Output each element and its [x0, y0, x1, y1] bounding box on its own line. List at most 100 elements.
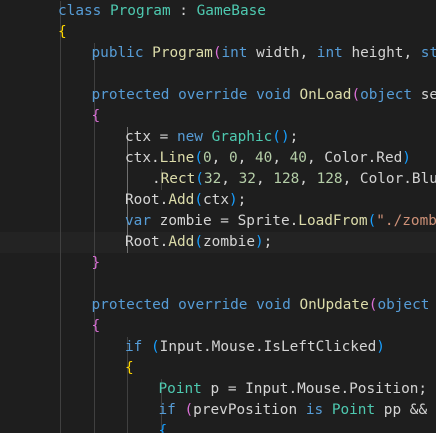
code-token: Program: [109, 3, 171, 19]
indent-guide: [60, 190, 61, 211]
code-line[interactable]: {: [0, 22, 436, 43]
code-line[interactable]: [0, 274, 436, 295]
code-token: Point: [331, 402, 376, 418]
code-line[interactable]: ctx = new Graphic();: [0, 127, 436, 148]
indent-guide: [93, 211, 95, 232]
code-token: GameBase: [196, 3, 266, 19]
indent-guide: [60, 43, 61, 64]
indent-guide: [60, 148, 61, 169]
code-text: {: [92, 316, 101, 337]
code-token: p = Input.Mouse.Position;: [201, 381, 428, 397]
code-line[interactable]: ctx.Line(0, 0, 40, 40, Color.Red): [0, 148, 436, 169]
indent-guide: [93, 190, 95, 211]
code-token: height,: [342, 45, 421, 61]
code-token: if: [125, 339, 151, 355]
code-token: ,: [299, 171, 317, 187]
code-token: ): [376, 339, 385, 355]
indent-guide: [60, 106, 61, 127]
code-token: sen: [420, 87, 436, 103]
code-token: }: [91, 255, 101, 271]
code-token: new: [176, 129, 212, 145]
code-token: (: [195, 171, 204, 187]
indent-guide: [93, 64, 95, 85]
code-line[interactable]: {: [0, 421, 436, 433]
code-token: pp && p: [383, 402, 436, 418]
code-line[interactable]: [0, 64, 436, 85]
indent-guide: [127, 421, 128, 433]
code-token: prevPosition: [193, 402, 306, 418]
code-token: Red: [376, 150, 403, 166]
code-text: {: [58, 22, 67, 43]
code-token: protected: [91, 87, 179, 103]
code-token: Line: [159, 150, 195, 166]
code-token: ctx: [203, 192, 229, 208]
code-line[interactable]: var zombie = Sprite.LoadFrom("./zombi: [0, 211, 436, 232]
code-token: public: [91, 45, 153, 61]
code-token: protected: [91, 297, 179, 313]
code-text: }: [92, 253, 101, 274]
code-token: ): [229, 192, 238, 208]
code-text: {: [159, 421, 168, 433]
code-token: 32: [238, 171, 256, 187]
code-token: 0: [228, 150, 238, 166]
code-text: if (prevPosition is Point pp && p: [159, 400, 436, 421]
indent-guide: [127, 169, 128, 190]
indent-guide: [60, 379, 61, 400]
code-line[interactable]: Root.Add(ctx);: [0, 190, 436, 211]
code-text: {: [92, 106, 101, 127]
code-line[interactable]: protected override void OnUpdate(object …: [0, 295, 436, 316]
code-text: protected override void OnLoad(object se…: [92, 85, 436, 106]
indent-guide: [93, 232, 95, 253]
code-line[interactable]: public Program(int width, int height, st…: [0, 43, 436, 64]
code-token: int: [221, 45, 248, 61]
code-editor[interactable]: class Program : GameBase{public Program(…: [0, 0, 436, 433]
code-token: 40: [254, 150, 273, 166]
code-token: ,: [221, 171, 239, 187]
code-token: :: [170, 3, 197, 19]
code-token: override: [178, 87, 257, 103]
indent-guide: [60, 337, 61, 358]
indent-guide: [60, 421, 61, 433]
code-text: ctx = new Graphic();: [125, 127, 298, 148]
indent-guide: [93, 400, 95, 421]
code-token: is: [305, 402, 332, 418]
code-token: str: [420, 45, 436, 61]
code-token: Add: [168, 234, 195, 250]
indent-guide: [60, 274, 61, 295]
code-text: {: [125, 358, 134, 379]
code-token: Input.Mouse.IsLeftClicked: [159, 339, 377, 355]
code-token: {: [91, 108, 101, 124]
code-token: ): [402, 150, 411, 166]
code-line[interactable]: {: [0, 106, 436, 127]
code-token: {: [58, 24, 67, 40]
code-token: ctx.: [125, 150, 160, 166]
code-token: (: [151, 339, 160, 355]
code-token: zombie = Sprite.: [159, 213, 299, 229]
code-token: OnLoad: [299, 87, 352, 103]
code-line[interactable]: {: [0, 316, 436, 337]
code-text: ctx.Line(0, 0, 40, 40, Color.Red): [125, 148, 411, 169]
code-line[interactable]: {: [0, 358, 436, 379]
code-line[interactable]: Point p = Input.Mouse.Position;: [0, 379, 436, 400]
code-token: 40: [289, 150, 307, 166]
indent-guide: [93, 148, 95, 169]
indent-guide: [60, 253, 61, 274]
code-line[interactable]: protected override void OnLoad(object se…: [0, 85, 436, 106]
indent-guide: [93, 127, 95, 148]
code-line[interactable]: if (prevPosition is Point pp && p: [0, 400, 436, 421]
code-token: (: [194, 234, 203, 250]
code-line[interactable]: if (Input.Mouse.IsLeftClicked): [0, 337, 436, 358]
code-token: 32: [203, 171, 222, 187]
code-text: if (Input.Mouse.IsLeftClicked): [125, 337, 385, 358]
code-line[interactable]: Root.Add(zombie);: [0, 232, 436, 253]
code-token: , Color.Blue: [342, 171, 436, 187]
code-line[interactable]: }: [0, 253, 436, 274]
code-token: Point: [158, 381, 202, 397]
code-line[interactable]: .Rect(32, 32, 128, 128, Color.Blue: [0, 169, 436, 190]
code-line[interactable]: class Program : GameBase: [0, 1, 436, 22]
indent-guide: [93, 379, 95, 400]
code-token: ,: [272, 150, 290, 166]
code-token: class: [58, 3, 110, 19]
indent-guide: [93, 169, 95, 190]
code-token: ;: [289, 129, 299, 145]
